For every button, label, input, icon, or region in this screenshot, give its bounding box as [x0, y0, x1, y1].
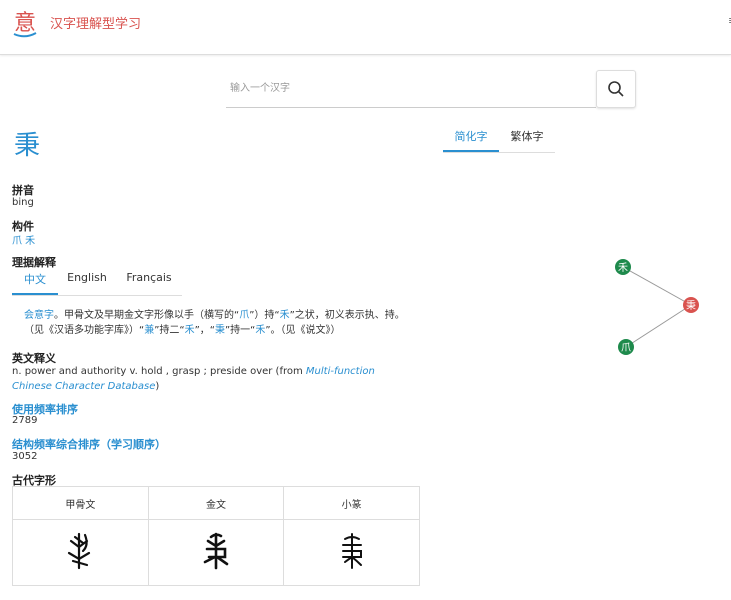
svg-text:爪: 爪	[621, 343, 631, 354]
grain-link[interactable]: 禾	[280, 310, 290, 321]
components-value[interactable]: 爪 禾	[12, 232, 35, 247]
svg-text:秉: 秉	[686, 299, 696, 312]
variant-tabs: 简化字 繁体字	[443, 128, 555, 153]
graph-edge	[625, 304, 692, 348]
search-input[interactable]	[226, 70, 596, 108]
grain-link[interactable]: 禾	[185, 325, 195, 336]
tab-french[interactable]: Français	[116, 271, 182, 295]
character-heading: 秉	[14, 131, 41, 161]
bronze-glyph-icon	[203, 532, 229, 570]
etymology-label: 理据解释	[12, 256, 56, 269]
component-graph: 禾 秉 爪	[615, 259, 699, 355]
site-title[interactable]: 汉字理解型学习	[50, 13, 141, 32]
oracle-bone-glyph	[12, 519, 149, 586]
tab-traditional[interactable]: 繁体字	[499, 128, 555, 152]
pinyin-value: bing	[12, 197, 34, 208]
graph-node-claw[interactable]: 爪	[618, 339, 634, 355]
pinyin-label: 拼音	[12, 184, 34, 197]
bronze-glyph	[147, 519, 285, 586]
search-icon	[608, 81, 624, 97]
tab-chinese[interactable]: 中文	[12, 271, 58, 295]
seal-glyph	[283, 519, 420, 586]
type-link[interactable]: 会意字	[24, 310, 54, 321]
etymology-text: 会意字。甲骨文及早期金文字形像以手（横写的“爪”）持“禾”之状，初义表示执、持。…	[24, 310, 405, 336]
structure-frequency-label[interactable]: 结构频率综合排序（学习顺序）	[12, 436, 166, 452]
oracle-bone-glyph-icon	[68, 532, 91, 570]
grain-link[interactable]: 禾	[255, 325, 265, 336]
bing-link[interactable]: 秉	[215, 325, 225, 336]
structure-frequency-value: 3052	[12, 451, 38, 462]
col-bronze: 金文	[147, 486, 285, 520]
tab-english[interactable]: English	[58, 271, 116, 295]
frequency-value: 2789	[12, 415, 38, 426]
jian-link[interactable]: 兼	[144, 325, 154, 336]
graph-node-center[interactable]: 秉	[683, 297, 699, 313]
search-button[interactable]	[596, 70, 636, 108]
language-tabs: 中文 English Français	[12, 271, 182, 296]
graph-edge	[622, 266, 692, 306]
english-definition-text: n. power and authority v. hold , grasp ;…	[12, 366, 375, 392]
graph-node-grain[interactable]: 禾	[615, 259, 631, 275]
tab-simplified[interactable]: 简化字	[443, 128, 499, 152]
svg-text:意: 意	[14, 11, 36, 36]
col-oracle-bone: 甲骨文	[12, 486, 149, 520]
claw-link[interactable]: 爪	[239, 310, 249, 321]
seal-glyph-icon	[341, 533, 362, 569]
ancient-forms-table: 甲骨文 金文 小篆	[12, 486, 420, 586]
top-bar: 意 汉字理解型学习 ≡	[0, 0, 731, 55]
col-seal: 小篆	[283, 486, 420, 520]
logo-icon[interactable]: 意	[12, 8, 38, 38]
svg-text:禾: 禾	[618, 262, 628, 274]
